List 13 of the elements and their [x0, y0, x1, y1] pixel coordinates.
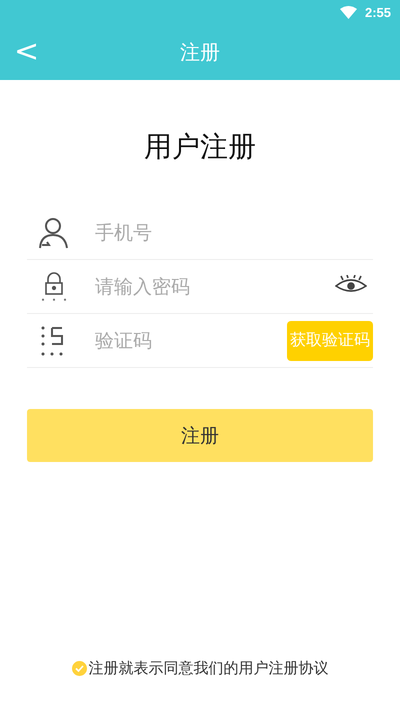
user-icon — [37, 216, 71, 250]
get-code-button[interactable]: 获取验证码 — [287, 320, 373, 360]
back-button[interactable]: < — [14, 37, 40, 67]
register-button[interactable]: 注册 — [27, 409, 373, 462]
code-field[interactable]: 验证码 — [93, 328, 265, 352]
password-field[interactable]: 请输入密码 — [93, 274, 313, 298]
wifi-icon — [340, 6, 357, 19]
status-time: 2:55 — [364, 5, 391, 20]
agreement-text: 注册就表示同意我们的用户注册协议 — [88, 659, 328, 678]
checkbox[interactable] — [72, 661, 86, 676]
phone-field[interactable]: 手机号 — [93, 220, 373, 244]
page-title: 注册 — [180, 39, 220, 66]
form-heading: 用户注册 — [143, 129, 257, 165]
